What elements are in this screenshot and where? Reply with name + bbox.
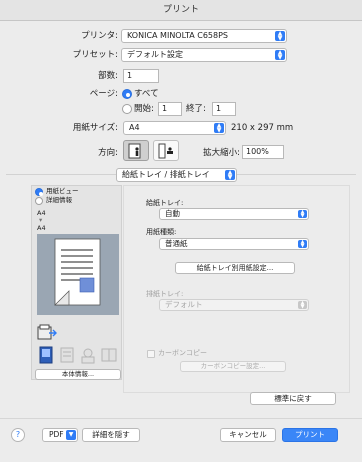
portrait-orientation-icon xyxy=(128,143,141,159)
paper-type-label: 用紙種類: xyxy=(146,228,177,236)
window-title: プリント xyxy=(162,5,199,15)
detail-info-label: 詳細情報 xyxy=(46,196,72,204)
window-title-bar: プリント xyxy=(0,0,362,21)
pages-range-radio[interactable] xyxy=(122,104,132,114)
pdf-label: PDF xyxy=(49,430,64,439)
print-preview xyxy=(37,234,119,315)
paper-tag-bottom: A4 xyxy=(37,224,46,232)
output-device-icon xyxy=(37,324,57,345)
printer-select[interactable]: KONICA MINOLTA C658PS ▲ ▼ xyxy=(121,29,287,43)
input-tray-value: 自動 xyxy=(165,209,180,218)
device-info-button[interactable]: 本体情報... xyxy=(35,369,121,380)
pages-to-field[interactable]: 1 xyxy=(212,102,236,116)
printer-value: KONICA MINOLTA C658PS xyxy=(127,31,228,40)
output-tray-label: 排紙トレイ: xyxy=(146,290,184,298)
tray-paper-settings-button[interactable]: 給紙トレイ別用紙設定... xyxy=(175,262,295,274)
chevron-updown-icon: ▲ ▼ xyxy=(214,123,224,134)
paper-view-radio[interactable] xyxy=(35,188,43,196)
cancel-button[interactable]: キャンセル xyxy=(220,428,276,442)
carbon-copy-label: カーボンコピー xyxy=(158,349,207,357)
output-tray-select[interactable]: デフォルト ▲ ▼ xyxy=(159,299,309,311)
preset-label: プリセット: xyxy=(72,50,118,60)
chevron-updown-icon: ▲ ▼ xyxy=(298,240,307,249)
chevron-updown-icon: ▲ ▼ xyxy=(298,301,307,310)
section-select[interactable]: 給紙トレイ / 排紙トレイ ▲ ▼ xyxy=(116,168,237,182)
help-icon: ? xyxy=(15,430,21,439)
document-preview-icon xyxy=(54,238,101,306)
detail-info-radio[interactable] xyxy=(35,197,43,205)
preset-select[interactable]: デフォルト設定 ▲ ▼ xyxy=(121,48,287,62)
output-tray-value: デフォルト xyxy=(165,300,203,309)
paper-view-label: 用紙ビュー xyxy=(46,187,79,195)
input-tray-label: 給紙トレイ: xyxy=(146,199,184,207)
chevron-updown-icon: ▲ ▼ xyxy=(225,170,235,181)
printer-label: プリンタ: xyxy=(81,31,118,41)
orientation-label: 方向: xyxy=(98,148,118,158)
copies-field[interactable]: 1 xyxy=(123,69,159,83)
chevron-updown-icon: ▲ ▼ xyxy=(298,210,307,219)
paper-size-value: A4 xyxy=(129,123,140,132)
chevron-updown-icon: ▲ ▼ xyxy=(275,31,285,42)
hide-details-button[interactable]: 詳細を隠す xyxy=(82,428,140,442)
paper-dimensions: 210 x 297 mm xyxy=(231,123,294,133)
print-button[interactable]: プリント xyxy=(282,428,338,442)
input-tray-select[interactable]: 自動 ▲ ▼ xyxy=(159,208,309,220)
chevron-updown-icon: ▲ ▼ xyxy=(275,50,285,61)
section-value: 給紙トレイ / 排紙トレイ xyxy=(122,170,210,179)
staple-icon xyxy=(58,346,76,367)
portrait-button[interactable] xyxy=(123,140,149,161)
carbon-copy-checkbox[interactable] xyxy=(147,350,155,358)
pages-from-field[interactable]: 1 xyxy=(158,102,182,116)
pages-to-label: 終了: xyxy=(186,104,206,114)
help-button[interactable]: ? xyxy=(11,428,25,442)
carbon-copy-settings-button[interactable]: カーボンコピー設定... xyxy=(180,361,286,372)
paper-size-label: 用紙サイズ: xyxy=(72,123,118,133)
pages-from-label: 開始: xyxy=(134,104,154,114)
booklet-icon xyxy=(100,346,118,367)
restore-defaults-button[interactable]: 標準に戻す xyxy=(250,392,336,405)
paper-type-select[interactable]: 普通紙 ▲ ▼ xyxy=(159,238,309,250)
color-document-icon xyxy=(37,346,55,367)
paper-type-value: 普通紙 xyxy=(165,239,188,248)
landscape-orientation-icon xyxy=(158,143,173,159)
finishing-icon xyxy=(79,346,97,367)
landscape-button[interactable] xyxy=(153,140,179,161)
footer-divider xyxy=(0,418,362,419)
paper-size-select[interactable]: A4 ▲ ▼ xyxy=(123,121,226,135)
pages-all-radio[interactable] xyxy=(122,89,132,99)
scale-field[interactable]: 100% xyxy=(242,145,284,159)
copies-label: 部数: xyxy=(98,71,118,81)
pages-label: ページ: xyxy=(89,89,118,99)
preset-value: デフォルト設定 xyxy=(127,50,183,59)
chevron-down-icon: ▼ xyxy=(66,430,76,440)
pages-all-label: すべて xyxy=(134,89,159,99)
scale-label: 拡大縮小: xyxy=(203,148,240,158)
pdf-menu-button[interactable]: PDF ▼ xyxy=(42,428,78,442)
